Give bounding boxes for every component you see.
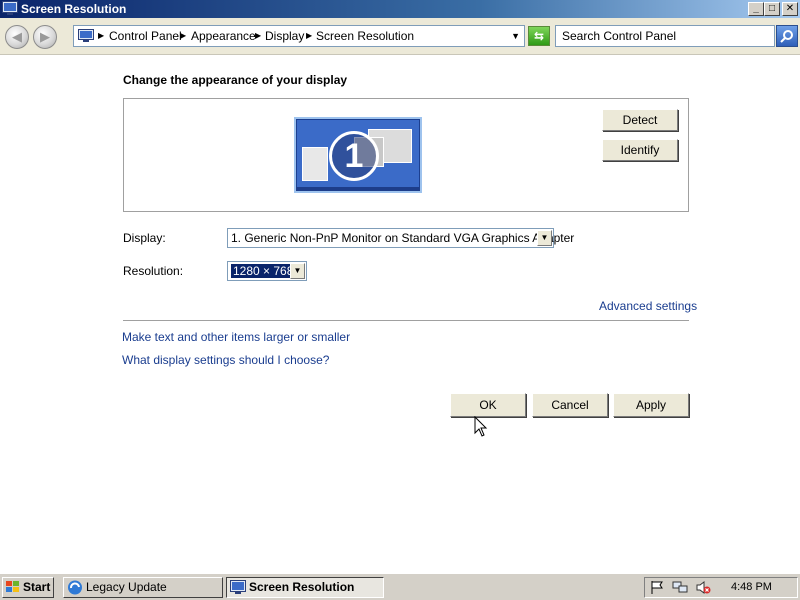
search-icon <box>780 30 793 43</box>
display-app-icon <box>2 1 18 15</box>
preview-window <box>302 147 328 181</box>
window-title: Screen Resolution <box>21 2 127 16</box>
breadcrumb-arrow-icon[interactable]: ▶ <box>306 31 312 40</box>
forward-arrow-icon: ▶ <box>40 29 50 44</box>
page-heading: Change the appearance of your display <box>123 73 348 87</box>
chevron-down-icon[interactable]: ▼ <box>290 263 305 279</box>
maximize-button[interactable]: □ <box>764 2 780 16</box>
display-select-value: 1. Generic Non-PnP Monitor on Standard V… <box>231 231 575 245</box>
back-button[interactable]: ◀ <box>5 25 29 49</box>
volume-muted-icon[interactable] <box>695 580 711 595</box>
search-button[interactable] <box>776 25 798 47</box>
separator <box>123 320 689 321</box>
forward-button[interactable]: ▶ <box>33 25 57 49</box>
search-input[interactable]: Search Control Panel <box>555 25 775 47</box>
display-label: Display: <box>123 231 166 245</box>
flag-icon[interactable] <box>649 580 665 595</box>
identify-button[interactable]: Identify <box>602 139 678 161</box>
control-panel-icon <box>78 29 94 42</box>
breadcrumb-screen-resolution[interactable]: Screen Resolution <box>316 29 414 43</box>
breadcrumb-arrow-icon[interactable]: ▶ <box>98 31 104 40</box>
taskbar-item-screen-resolution[interactable]: Screen Resolution <box>226 577 384 598</box>
start-button[interactable]: Start <box>2 577 54 598</box>
text-size-link[interactable]: Make text and other items larger or smal… <box>122 330 350 344</box>
clock[interactable]: 4:48 PM <box>731 581 772 593</box>
minimize-button[interactable]: _ <box>748 2 764 16</box>
taskbar-item-label: Legacy Update <box>86 580 167 594</box>
cancel-button[interactable]: Cancel <box>532 393 608 417</box>
chevron-down-icon[interactable]: ▼ <box>537 230 552 246</box>
windows-logo-icon <box>6 581 19 592</box>
apply-button[interactable]: Apply <box>613 393 689 417</box>
monitor-number: 1 <box>329 131 379 181</box>
title-bar: Screen Resolution _ □ ✕ <box>0 0 800 18</box>
taskbar-item-legacy-update[interactable]: Legacy Update <box>63 577 223 598</box>
system-tray: 4:48 PM <box>644 577 798 598</box>
legacy-update-icon <box>68 580 82 595</box>
breadcrumb-control-panel[interactable]: Control Panel <box>109 29 182 43</box>
taskbar-item-label: Screen Resolution <box>249 580 355 594</box>
ok-button[interactable]: OK <box>450 393 526 417</box>
resolution-select[interactable]: 1280 × 768 ▼ <box>227 261 307 281</box>
breadcrumb-arrow-icon[interactable]: ▶ <box>255 31 261 40</box>
mouse-cursor-icon <box>474 416 488 437</box>
back-arrow-icon: ◀ <box>12 29 22 44</box>
breadcrumb-display[interactable]: Display <box>265 29 304 43</box>
address-dropdown-icon[interactable]: ▼ <box>511 31 520 41</box>
resolution-label: Resolution: <box>123 264 184 278</box>
detect-button[interactable]: Detect <box>602 109 678 131</box>
advanced-settings-link[interactable]: Advanced settings <box>599 299 697 313</box>
refresh-button[interactable]: ⇆ <box>528 26 550 46</box>
display-help-link[interactable]: What display settings should I choose? <box>122 353 329 367</box>
preview-taskbar <box>296 187 420 191</box>
breadcrumb-appearance[interactable]: Appearance <box>191 29 256 43</box>
network-icon[interactable] <box>672 580 688 595</box>
address-bar[interactable]: ▶ Control Panel ▶ Appearance ▶ Display ▶… <box>73 25 525 47</box>
taskbar: Start Legacy Update Screen Resolution 4:… <box>0 573 800 600</box>
display-app-icon <box>230 580 246 594</box>
breadcrumb-arrow-icon[interactable]: ▶ <box>180 31 186 40</box>
start-label: Start <box>23 580 51 594</box>
monitor-1-preview[interactable]: 1 <box>294 117 422 193</box>
navigation-bar: ◀ ▶ ▶ Control Panel ▶ Appearance ▶ Displ… <box>0 18 800 55</box>
resolution-select-value: 1280 × 768 <box>229 263 297 279</box>
refresh-icon: ⇆ <box>533 29 545 43</box>
display-select[interactable]: 1. Generic Non-PnP Monitor on Standard V… <box>227 228 574 248</box>
close-button[interactable]: ✕ <box>782 2 798 16</box>
